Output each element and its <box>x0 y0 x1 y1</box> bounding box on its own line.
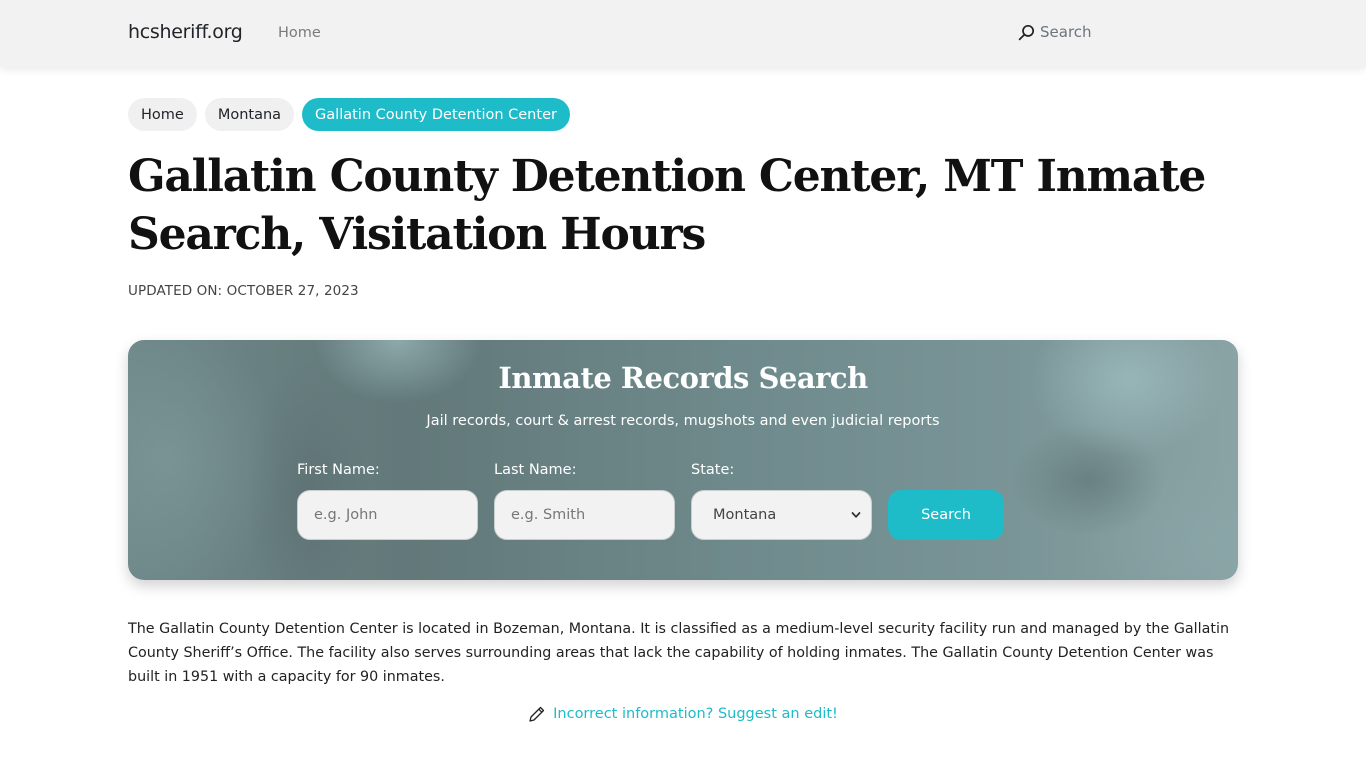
nav-search-label: Search <box>1040 23 1092 41</box>
facility-description: The Gallatin County Detention Center is … <box>128 621 1230 685</box>
breadcrumb: Home Montana Gallatin County Detention C… <box>128 98 570 131</box>
search-submit-button[interactable]: Search <box>888 490 1004 540</box>
suggest-edit-row: Incorrect information? Suggest an edit! <box>0 705 1366 723</box>
nav-search-button[interactable]: Search <box>1018 23 1092 41</box>
updated-date: UPDATED ON: OCTOBER 27, 2023 <box>128 283 359 299</box>
state-selected-value: Montana <box>713 507 777 523</box>
breadcrumb-home[interactable]: Home <box>128 98 197 131</box>
nav-link-home[interactable]: Home <box>278 25 321 41</box>
breadcrumb-current-facility[interactable]: Gallatin County Detention Center <box>302 98 570 131</box>
search-icon <box>1018 24 1035 40</box>
first-name-label: First Name: <box>297 462 380 478</box>
last-name-label: Last Name: <box>494 462 577 478</box>
breadcrumb-montana[interactable]: Montana <box>204 98 295 131</box>
search-card-title: Inmate Records Search <box>498 361 868 395</box>
chevron-down-icon <box>851 512 861 518</box>
inmate-search-card: Inmate Records Search Jail records, cour… <box>128 340 1238 580</box>
page-title: Gallatin County Detention Center, MT Inm… <box>128 151 1206 260</box>
site-brand-link[interactable]: hcsheriff.org <box>128 21 243 43</box>
suggest-edit-link[interactable]: Incorrect information? Suggest an edit! <box>553 706 838 722</box>
first-name-input[interactable] <box>297 490 478 540</box>
pencil-icon <box>529 706 545 722</box>
state-label: State: <box>691 462 735 478</box>
last-name-input[interactable] <box>494 490 675 540</box>
top-navbar: hcsheriff.org Home Search <box>0 0 1366 67</box>
state-select[interactable]: Montana <box>691 490 872 540</box>
search-card-subtitle: Jail records, court & arrest records, mu… <box>426 413 940 429</box>
